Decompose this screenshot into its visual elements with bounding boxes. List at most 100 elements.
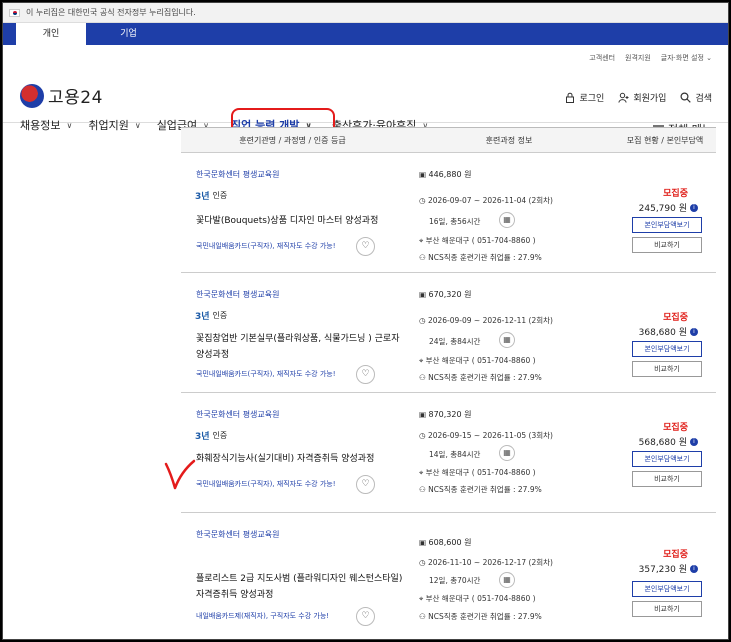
price-value: 446,880 원 [428,170,472,179]
site-logo[interactable]: 고용24 [20,83,103,108]
amount-value: 568,680 원 [638,438,687,448]
login-label: 로그인 [579,94,605,104]
signup-label: 회원가입 [633,94,667,104]
self-pay-button[interactable]: 본인부담액보기 [632,341,702,357]
display-settings-label: 글자·화면 설정 [660,54,704,62]
compare-button[interactable]: 비교하기 [632,601,702,617]
search-icon [680,92,692,103]
table-row: 한국문화센터 평생교육원 3년 인증 화훼장식기능사(실기대비) 자격증취득 양성… [181,393,716,513]
customer-center-link[interactable]: 고객센터 [589,53,615,63]
period-line: ◷ 2026-09-15 ~ 2026-11-05 (3회차) [419,430,553,441]
logo-text: 고용24 [48,88,103,108]
institution-link[interactable]: 한국문화센터 평생교육원 [196,409,280,420]
search-button[interactable]: 검색 [680,91,712,104]
site-header: 고객센터 원격지원 글자·화면 설정 ⌄ 고용24 로그인 회원가입 검색 채용… [3,45,728,140]
institution-link[interactable]: 한국문화센터 평생교육원 [196,169,280,180]
wallet-icon: ▣ [419,170,427,179]
table-header: 훈련기관명 / 과정명 / 인증 등급 훈련과정 정보 모집 현황 / 본인부담… [181,127,716,153]
browser-page: 이 누리집은 대한민국 공식 전자정부 누리집입니다. 개인 기업 고객센터 원… [2,2,729,640]
recruit-status: 모집중 [663,550,688,560]
course-title-link[interactable]: 꽃집창업반 기본실무(플라워상품, 식물가드닝 ) 근로자 양성과정 [196,331,406,363]
red-checkmark-annotation [164,459,196,490]
amount-value: 357,230 원 [638,565,687,575]
nav-label: 취업지원 [88,119,129,132]
card-note: 국민내일배움카드(구직자), 재직자도 수강 가능! [196,370,336,378]
location-value: 부산 해운대구 ( 051-704-8860 ) [425,356,536,365]
course-title-link[interactable]: 화훼장식기능사(실기대비) 자격증취득 양성과정 [196,451,406,467]
gov-banner: 이 누리집은 대한민국 공식 전자정부 누리집입니다. [3,3,728,23]
person-icon: ⚇ [419,612,426,621]
display-settings-link[interactable]: 글자·화면 설정 ⌄ [661,53,712,63]
self-pay-button[interactable]: 본인부담액보기 [632,581,702,597]
nav-employment-support[interactable]: 취업지원 ∨ [88,117,140,133]
heart-icon[interactable]: ♡ [356,607,375,626]
lock-icon [566,92,575,103]
heart-icon[interactable]: ♡ [356,365,375,384]
ncs-line: ⚇ NCS직종 훈련기관 취업률 : 27.9% [419,484,542,495]
info-icon[interactable]: i [690,564,698,573]
recruit-status: 모집중 [663,313,688,323]
self-pay-button[interactable]: 본인부담액보기 [632,451,702,467]
course-title-link[interactable]: 꽃다발(Bouquets)상품 디자인 마스터 양성과정 [196,213,406,229]
recruit-status: 모집중 [663,423,688,433]
days-value: 12일, 총70시간 [429,576,481,585]
period-line: ◷ 2026-11-10 ~ 2026-12-17 (2회차) [419,557,553,568]
days-value: 14일, 총84시간 [429,450,481,459]
info-icon[interactable]: i [690,203,698,212]
calendar-icon[interactable]: ▦ [499,212,515,228]
chevron-down-icon: ⌄ [706,54,712,62]
institution-link[interactable]: 한국문화센터 평생교육원 [196,529,280,540]
info-icon[interactable]: i [690,327,698,336]
tab-individual[interactable]: 개인 [16,23,86,45]
cert-label: 인증 [212,311,228,320]
location-pin-icon: ⌖ [419,356,424,365]
price-line: ▣ 446,880 원 [419,169,471,180]
remote-support-link[interactable]: 원격지원 [625,53,651,63]
login-button[interactable]: 로그인 [565,91,604,104]
card-note: 국민내일배움카드(구직자), 재직자도 수강 가능! [196,242,336,250]
calendar-icon[interactable]: ▦ [499,445,515,461]
days-value: 24일, 총84시간 [429,337,481,346]
price-value: 608,600 원 [428,538,472,547]
chevron-down-icon: ∨ [134,120,141,130]
price-value: 670,320 원 [428,290,472,299]
person-icon: ⚇ [419,373,426,382]
cert-label: 인증 [212,191,228,200]
ncs-line: ⚇ NCS직종 훈련기관 취업률 : 27.9% [419,611,542,622]
period-line: ◷ 2026-09-07 ~ 2026-11-04 (2회차) [419,195,553,206]
location-value: 부산 해운대구 ( 051-704-8860 ) [425,468,536,477]
compare-button[interactable]: 비교하기 [632,361,702,377]
wallet-icon: ▣ [419,290,427,299]
cert-badge: 3년 [195,192,210,202]
header-course-info: 훈련과정 정보 [485,135,533,145]
period-value: 2026-09-09 ~ 2026-12-11 (2회차) [427,316,553,325]
clock-icon: ◷ [419,316,426,325]
location-line: ⌖ 부산 해운대구 ( 051-704-8860 ) [419,235,536,246]
days-value: 16일, 총56시간 [429,217,481,226]
heart-icon[interactable]: ♡ [356,237,375,256]
price-line: ▣ 670,320 원 [419,289,471,300]
calendar-icon[interactable]: ▦ [499,572,515,588]
ncs-line: ⚇ NCS직종 훈련기관 취업률 : 27.9% [419,252,542,263]
self-pay-button[interactable]: 본인부담액보기 [632,217,702,233]
course-list: 훈련기관명 / 과정명 / 인증 등급 훈련과정 정보 모집 현황 / 본인부담… [181,127,716,633]
wallet-icon: ▣ [419,538,427,547]
location-pin-icon: ⌖ [419,236,424,245]
calendar-icon[interactable]: ▦ [499,332,515,348]
institution-link[interactable]: 한국문화센터 평생교육원 [196,289,280,300]
signup-button[interactable]: 회원가입 [618,91,666,104]
heart-icon[interactable]: ♡ [356,475,375,494]
clock-icon: ◷ [419,196,426,205]
table-row: 한국문화센터 평생교육원 플로리스트 2급 지도사범 (플라워디자인 웨스턴스타… [181,513,716,633]
price-line: ▣ 608,600 원 [419,537,471,548]
tab-company[interactable]: 기업 [86,23,171,45]
card-note: 내일배움카드제(재직자), 구직자도 수강 가능! [196,612,330,620]
nav-job-info[interactable]: 채용정보 ∨ [20,117,72,133]
course-title-link[interactable]: 플로리스트 2급 지도사범 (플라워디자인 웨스턴스타일) 자격증취득 양성과정 [196,571,406,603]
info-icon[interactable]: i [690,437,698,446]
compare-button[interactable]: 비교하기 [632,471,702,487]
location-line: ⌖ 부산 해운대구 ( 051-704-8860 ) [419,355,536,366]
header-institution: 훈련기관명 / 과정명 / 인증 등급 [239,135,346,145]
compare-button[interactable]: 비교하기 [632,237,702,253]
recruit-status: 모집중 [663,189,688,199]
